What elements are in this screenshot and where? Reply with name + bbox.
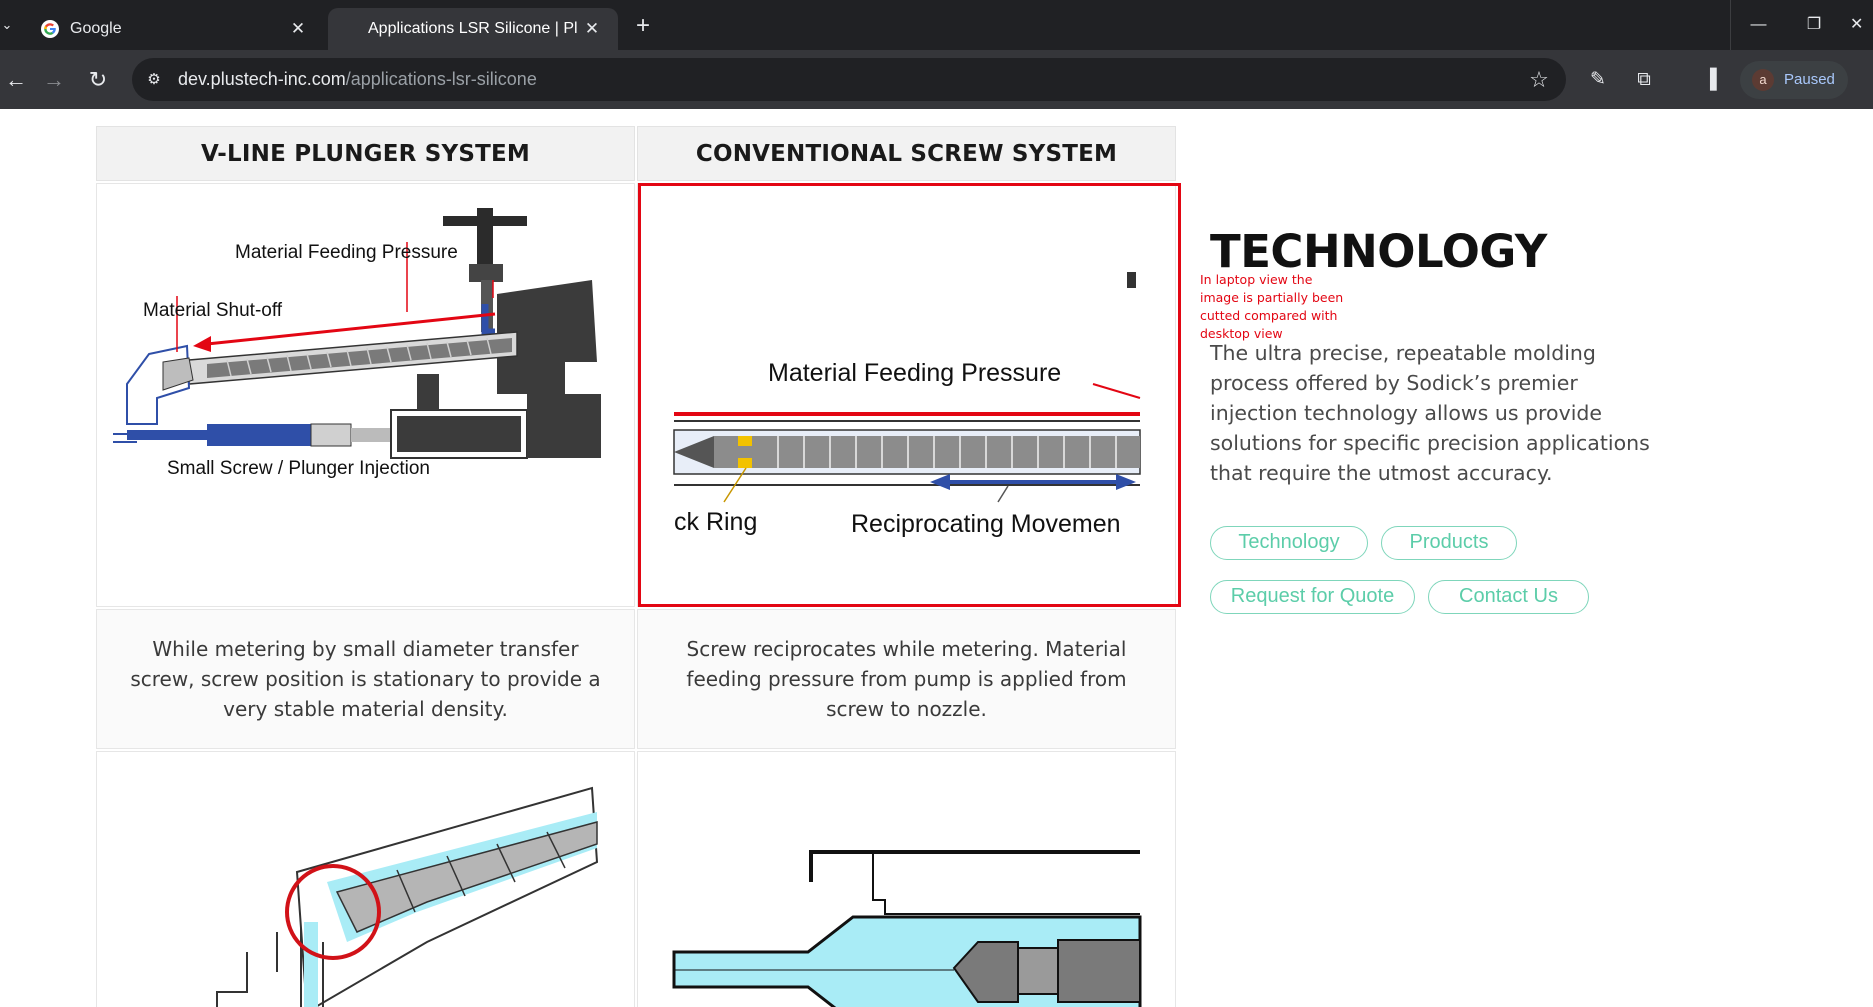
- restore-icon[interactable]: ❐: [1786, 0, 1842, 50]
- profile-status: Paused: [1784, 71, 1835, 88]
- side-panel-icon[interactable]: ▐: [1694, 64, 1726, 96]
- back-arrow-icon[interactable]: ←: [0, 64, 32, 96]
- tab-search-icon[interactable]: ⌄: [0, 14, 14, 36]
- diagram-label-reciprocating: Reciprocating Movemen: [851, 510, 1121, 538]
- browser-tab-strip: ⌄ Google ✕ Applications LSR Silicone | P…: [0, 0, 1873, 50]
- vline-description: While metering by small diameter transfe…: [130, 637, 601, 721]
- vline-description-cell: While metering by small diameter transfe…: [96, 609, 635, 749]
- conventional-diagram-cell: Material Feeding Pressure ck Ring Recipr…: [637, 183, 1176, 607]
- tab-applications-lsr[interactable]: Applications LSR Silicone | Plustech ✕: [328, 8, 618, 50]
- address-bar[interactable]: ⚙ dev.plustech-inc.com/applications-lsr-…: [132, 58, 1566, 101]
- vline-shutoff-diagram-cell: [96, 751, 635, 1007]
- diagram-label-feeding-pressure: Material Feeding Pressure: [768, 359, 1061, 387]
- tab-google[interactable]: Google ✕: [24, 8, 324, 50]
- column-heading: CONVENTIONAL SCREW SYSTEM: [695, 140, 1118, 167]
- forward-arrow-icon[interactable]: →: [38, 64, 70, 96]
- url-host: dev.plustech-inc.com: [178, 69, 346, 89]
- column-header-vline: V-LINE PLUNGER SYSTEM: [96, 126, 635, 181]
- products-button[interactable]: Products: [1381, 526, 1517, 560]
- tab-title: Applications LSR Silicone | Plustech: [368, 20, 578, 37]
- eyedropper-extension-icon[interactable]: ✎: [1582, 64, 1614, 96]
- browser-toolbar: ← → ↻ ⚙ dev.plustech-inc.com/application…: [0, 50, 1873, 109]
- diagram-label-feeding-pressure: Material Feeding Pressure: [235, 242, 458, 263]
- new-tab-button[interactable]: +: [628, 12, 658, 42]
- close-tab-icon[interactable]: ✕: [580, 17, 604, 41]
- extensions-puzzle-icon[interactable]: ⧉: [1628, 64, 1660, 96]
- bookmark-star-icon[interactable]: ☆: [1526, 67, 1552, 93]
- conventional-description: Screw reciprocates while metering. Mater…: [686, 637, 1127, 721]
- diagram-label-injection: Small Screw / Plunger Injection: [167, 458, 430, 479]
- column-header-conventional: CONVENTIONAL SCREW SYSTEM: [637, 126, 1176, 181]
- vline-plunger-diagram: Material Feeding Pressure Material Shut-…: [113, 208, 601, 479]
- close-tab-icon[interactable]: ✕: [286, 17, 310, 41]
- diagram-label-check-ring: ck Ring: [674, 508, 757, 536]
- column-heading: V-LINE PLUNGER SYSTEM: [200, 140, 531, 167]
- url-text[interactable]: dev.plustech-inc.com/applications-lsr-si…: [178, 58, 537, 101]
- tab-title: Google: [70, 20, 122, 37]
- contact-us-button[interactable]: Contact Us: [1428, 580, 1589, 614]
- technology-description: The ultra precise, repeatable molding pr…: [1210, 341, 1650, 485]
- url-path: /applications-lsr-silicone: [345, 69, 537, 89]
- close-window-icon[interactable]: ✕: [1842, 0, 1873, 50]
- conventional-check-diagram-cell: [637, 751, 1176, 1007]
- conventional-check-diagram: [672, 850, 1142, 1007]
- reload-icon[interactable]: ↻: [82, 64, 114, 96]
- avatar: a: [1752, 69, 1774, 91]
- conventional-description-cell: Screw reciprocates while metering. Mater…: [637, 609, 1176, 749]
- diagram-label-shutoff: Material Shut-off: [143, 300, 283, 321]
- vline-diagram-cell: Material Feeding Pressure Material Shut-…: [96, 183, 635, 607]
- google-g-icon: [41, 20, 59, 38]
- annotation-note: In laptop view the image is partially be…: [1200, 272, 1344, 341]
- vline-shutoff-diagram: [216, 786, 599, 1007]
- technology-button[interactable]: Technology: [1210, 526, 1368, 560]
- site-settings-icon[interactable]: ⚙: [142, 68, 166, 92]
- request-quote-button[interactable]: Request for Quote: [1210, 580, 1415, 614]
- conventional-screw-diagram: Material Feeding Pressure ck Ring Recipr…: [673, 272, 1141, 538]
- profile-button[interactable]: a Paused: [1740, 61, 1848, 99]
- minimize-icon[interactable]: —: [1730, 0, 1786, 50]
